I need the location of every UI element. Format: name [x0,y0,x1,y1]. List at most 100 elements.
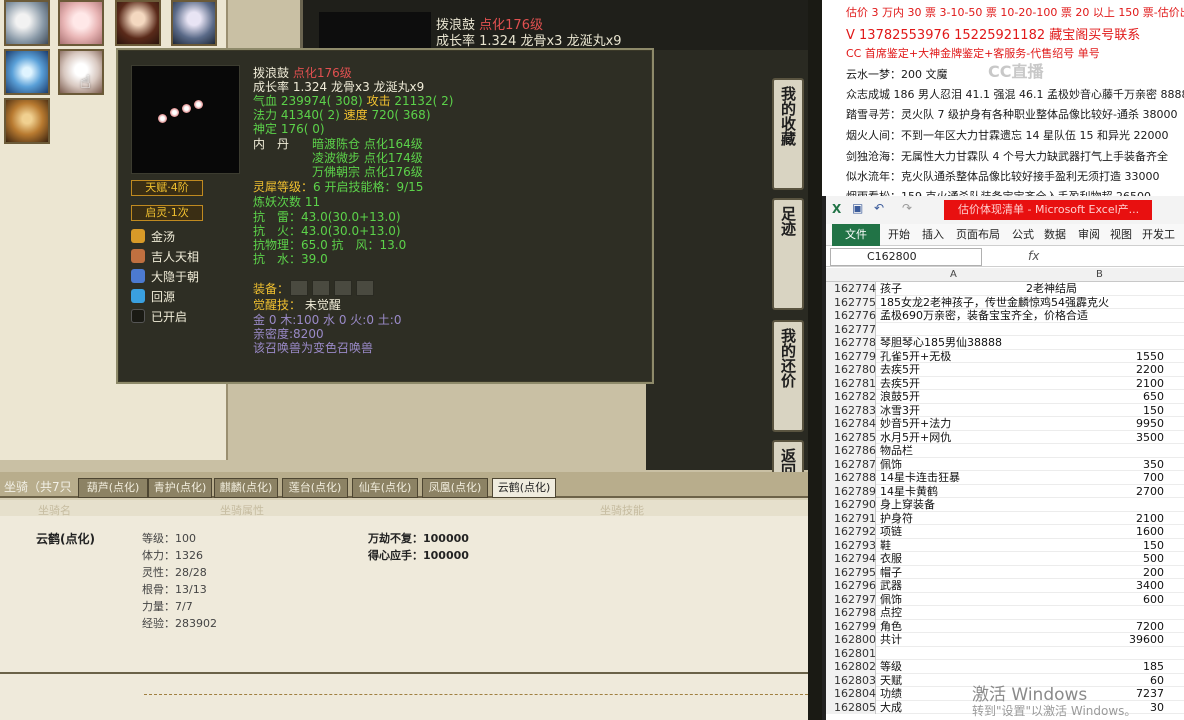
col-a-header[interactable]: A [950,269,957,280]
row-number[interactable]: 162792 [826,525,876,539]
table-row[interactable]: 162800 共计 39600 [826,633,1184,647]
row-number[interactable]: 162802 [826,660,876,674]
table-row[interactable]: 162791 护身符 2100 [826,511,1184,526]
mount-tab[interactable]: 青护(点化) [148,478,212,498]
tab-formulas[interactable]: 公式 [1012,224,1034,246]
equip-slot[interactable] [356,280,374,296]
cell-value[interactable]: 2200 [1136,363,1164,377]
row-number[interactable]: 162798 [826,606,876,620]
cell-value[interactable]: 3400 [1136,579,1164,593]
avatar[interactable] [115,0,161,46]
row-number[interactable]: 162793 [826,538,876,552]
cell-a[interactable]: 护身符 [880,512,913,526]
table-row[interactable]: 162786 物品栏 [826,444,1184,458]
table-row[interactable]: 162777 [826,322,1184,336]
mount-tab[interactable]: 仙车(点化) [352,478,418,498]
avatar[interactable] [4,49,50,95]
mount-tab[interactable]: 麒麟(点化) [214,478,278,498]
table-row[interactable]: 162793 鞋 150 [826,538,1184,553]
row-number[interactable]: 162778 [826,336,876,350]
row-number[interactable]: 162803 [826,673,876,687]
cell-a[interactable]: 佩饰 [880,458,902,472]
skill-item[interactable]: 大隐于朝 [131,268,199,286]
table-row[interactable]: 162798 点控 [826,606,1184,620]
cell-value[interactable]: 39600 [1129,633,1164,647]
row-number[interactable]: 162774 [826,282,876,296]
equip-slot[interactable] [334,280,352,296]
row-number[interactable]: 162794 [826,552,876,566]
row-number[interactable]: 162801 [826,646,876,660]
cell-a[interactable]: 冰雪3开 [880,404,920,418]
table-row[interactable]: 162789 14星卡黄鹤 2700 [826,484,1184,498]
my-bargain-button[interactable]: 我的还价 [772,320,804,432]
table-row[interactable]: 162801 [826,646,1184,660]
avatar[interactable] [171,0,217,46]
cell-a[interactable]: 去疾5开 [880,377,920,391]
cell-value[interactable]: 2100 [1136,377,1164,391]
avatar[interactable] [58,0,104,46]
cell-value[interactable]: 1550 [1136,350,1164,364]
row-number[interactable]: 162789 [826,484,876,498]
row-number[interactable]: 162788 [826,471,876,485]
row-number[interactable]: 162791 [826,511,876,525]
cell-value[interactable]: 200 [1143,566,1164,580]
row-number[interactable]: 162783 [826,403,876,417]
col-b-header[interactable]: B [1096,269,1103,280]
row-number[interactable]: 162800 [826,633,876,647]
row-number[interactable]: 162790 [826,498,876,512]
avatar[interactable] [4,0,50,46]
cell-a[interactable]: 孔雀5开+无极 [880,350,951,364]
skill-item[interactable]: 已开启 [131,308,187,326]
cell-value[interactable]: 7200 [1136,620,1164,634]
row-number[interactable]: 162795 [826,565,876,579]
row-number[interactable]: 162782 [826,390,876,404]
cell-a[interactable]: 去疾5开 [880,363,920,377]
cell-a[interactable]: 项链 [880,525,902,539]
cell-a[interactable]: 浪鼓5开 [880,390,920,404]
mount-tab[interactable]: 葫芦(点化) [78,478,148,498]
table-row[interactable]: 162775 185女龙2老神孩子，传世金麟惊鸡54强霹克火 [826,295,1184,310]
table-row[interactable]: 162782 浪鼓5开 650 [826,390,1184,404]
table-row[interactable]: 162802 等级 185 [826,660,1184,674]
fx-icon[interactable]: fx [1028,249,1039,263]
cell-a[interactable]: 武器 [880,579,902,593]
table-row[interactable]: 162794 衣服 500 [826,552,1184,566]
cell-value[interactable]: 650 [1143,390,1164,404]
row-number[interactable]: 162786 [826,444,876,458]
cell-a[interactable]: 共计 [880,633,902,647]
mount-tab[interactable]: 凤凰(点化) [422,478,488,498]
cell-a[interactable]: 琴胆琴心185男仙38888 [880,336,1002,350]
table-row[interactable]: 162797 佩饰 600 [826,592,1184,606]
table-row[interactable]: 162787 佩饰 350 [826,457,1184,472]
cell-b[interactable]: 2老神结局 [1026,282,1077,296]
cell-a[interactable]: 点控 [880,606,902,620]
cell-value[interactable]: 2100 [1136,512,1164,526]
row-number[interactable]: 162804 [826,687,876,701]
cell-a[interactable]: 孩子 [880,282,902,296]
mount-tab[interactable]: 莲台(点化) [282,478,348,498]
cell-value[interactable]: 350 [1143,458,1164,472]
skill-item[interactable]: 吉人天相 [131,248,199,266]
equip-slot[interactable] [290,280,308,296]
row-number[interactable]: 162781 [826,376,876,390]
cell-value[interactable]: 1600 [1136,525,1164,539]
cell-a[interactable]: 功绩 [880,687,902,701]
table-row[interactable]: 162790 身上穿装备 [826,498,1184,512]
row-number[interactable]: 162775 [826,295,876,309]
tab-review[interactable]: 审阅 [1078,224,1100,246]
cell-a[interactable]: 角色 [880,620,902,634]
row-number[interactable]: 162779 [826,349,876,363]
cell-a[interactable]: 大成 [880,701,902,715]
tab-developer[interactable]: 开发工具 [1142,224,1184,263]
cell-a[interactable]: 孟极690万亲密，装备宝宝齐全，价格合适 [880,309,1088,323]
cell-a[interactable]: 等级 [880,660,902,674]
table-row[interactable]: 162784 妙音5开+法力 9950 [826,417,1184,431]
table-row[interactable]: 162788 14星卡连击狂暴 700 [826,471,1184,485]
cell-a[interactable]: 天赋 [880,674,902,688]
cell-a[interactable]: 185女龙2老神孩子，传世金麟惊鸡54强霹克火 [880,296,1109,310]
cell-value[interactable]: 9950 [1136,417,1164,431]
table-row[interactable]: 162778 琴胆琴心185男仙38888 [826,336,1184,350]
cell-a[interactable]: 鞋 [880,539,891,553]
equip-slot[interactable] [312,280,330,296]
undo-icon[interactable]: ↶ [874,201,884,215]
